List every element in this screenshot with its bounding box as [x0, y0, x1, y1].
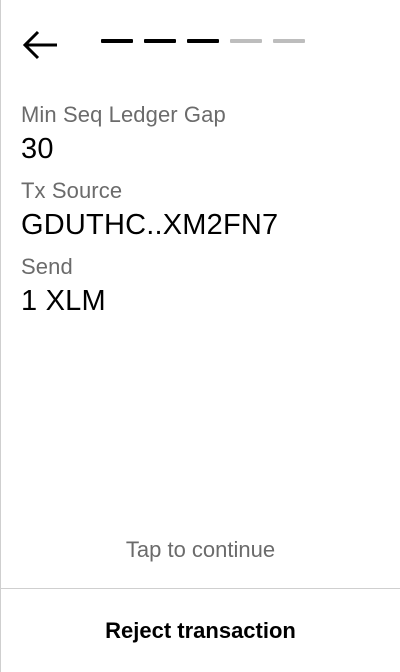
progress-step-pending	[273, 39, 305, 43]
send-label: Send	[21, 254, 73, 279]
transaction-details: Min Seq Ledger Gap 30 Tx Source GDUTHC..…	[21, 100, 380, 328]
progress-step-pending	[230, 39, 262, 43]
arrow-left-icon	[21, 28, 61, 62]
reject-transaction-button[interactable]: Reject transaction	[1, 589, 400, 672]
step-progress-indicator	[101, 39, 305, 43]
min-seq-ledger-gap-value: 30	[21, 133, 54, 165]
tap-to-continue[interactable]: Tap to continue	[1, 535, 400, 565]
back-button[interactable]	[21, 28, 61, 62]
progress-step-complete	[144, 39, 176, 43]
progress-step-complete	[101, 39, 133, 43]
tx-source-value: GDUTHC..XM2FN7	[21, 209, 279, 241]
send-value: 1 XLM	[21, 285, 106, 317]
progress-step-complete	[187, 39, 219, 43]
tx-source-label: Tx Source	[21, 178, 123, 203]
min-seq-ledger-gap-label: Min Seq Ledger Gap	[21, 102, 226, 127]
header	[1, 0, 400, 90]
